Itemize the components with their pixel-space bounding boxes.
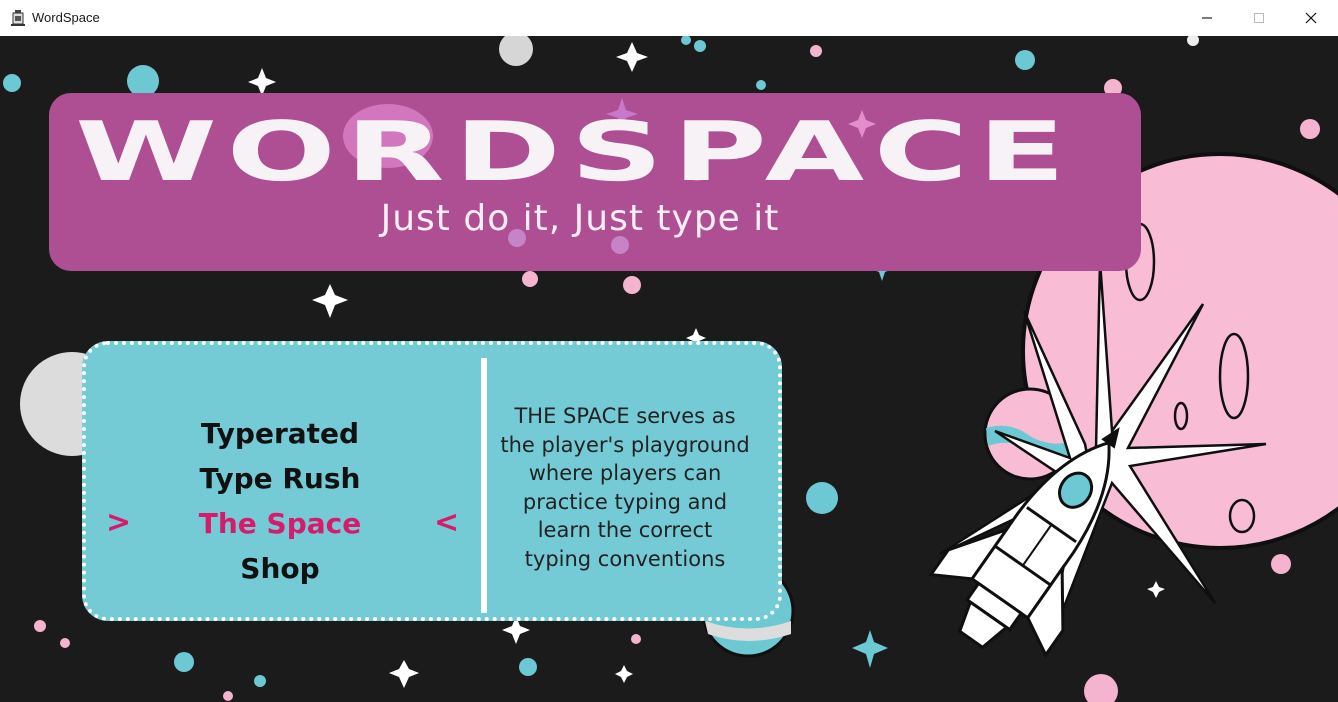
description-line: learn the correct xyxy=(537,518,713,542)
menu-item-the-space[interactable]: The Space xyxy=(150,507,410,540)
minimize-button[interactable] xyxy=(1181,0,1233,36)
app-icon xyxy=(11,10,25,26)
menu-item-type-rush[interactable]: Type Rush xyxy=(150,462,410,495)
selection-arrow-right[interactable]: < xyxy=(434,505,459,540)
selection-arrow-left[interactable]: > xyxy=(106,505,131,540)
logo-text: WORDSPACE xyxy=(75,114,1075,190)
minimize-icon xyxy=(1202,17,1212,19)
menu-divider xyxy=(481,358,487,613)
close-button[interactable] xyxy=(1285,0,1337,36)
menu-item-shop[interactable]: Shop xyxy=(150,552,410,585)
title-bar: WordSpace xyxy=(0,0,1338,36)
description-line: the player's playground xyxy=(500,432,750,457)
window-title: WordSpace xyxy=(32,10,100,25)
menu-item-typerated[interactable]: Typerated xyxy=(150,417,410,450)
description-line: typing conventions xyxy=(524,546,726,571)
description-line: practice typing and xyxy=(522,489,728,514)
maximize-icon xyxy=(1254,13,1264,23)
game-scene: WORDSPACE Just do it, Just type it Typer… xyxy=(0,36,1338,702)
mode-description: THE SPACE serves as the player's playgro… xyxy=(490,402,760,573)
description-line: where players can xyxy=(528,461,722,485)
wordspace-logo: WORDSPACE xyxy=(75,114,1075,190)
description-line: THE SPACE serves as xyxy=(514,404,736,428)
close-icon xyxy=(1305,12,1317,24)
tagline: Just do it, Just type it xyxy=(380,198,780,239)
maximize-button[interactable] xyxy=(1233,0,1285,36)
